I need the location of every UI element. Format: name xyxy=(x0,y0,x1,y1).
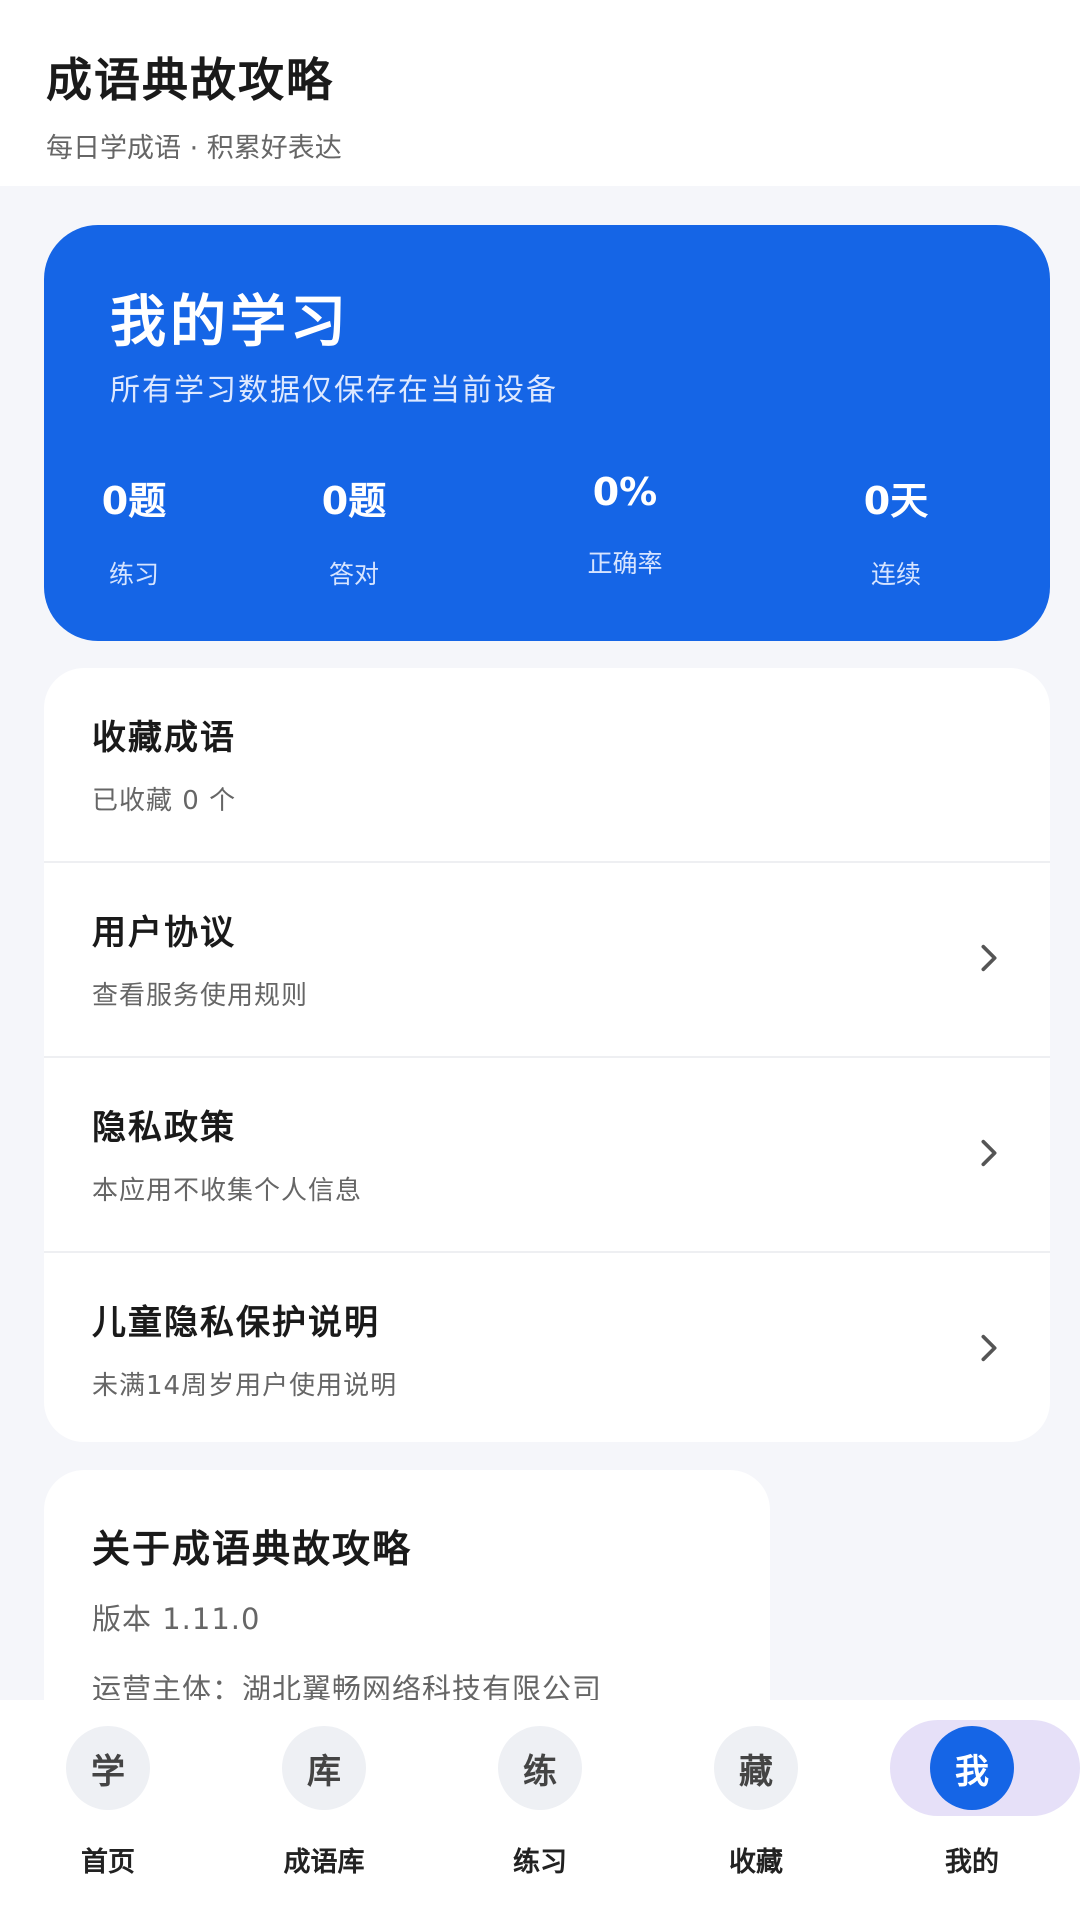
tab-idiom-library[interactable]: 库 成语库 xyxy=(216,1700,432,1920)
app-subtitle: 每日学成语 · 积累好表达 xyxy=(46,133,342,164)
profile-icon: 我 xyxy=(930,1726,1014,1810)
tab-home[interactable]: 学 首页 xyxy=(0,1700,216,1920)
menu-item-title: 收藏成语 xyxy=(92,718,236,758)
stat-value: 0题 xyxy=(101,479,167,523)
stat-label: 正确率 xyxy=(587,549,663,578)
favorites-icon: 藏 xyxy=(714,1726,798,1810)
settings-menu: 收藏成语 已收藏 0 个 用户协议 查看服务使用规则 隐私政策 本应用不收集个人… xyxy=(44,668,1050,1442)
tab-practice[interactable]: 练 练习 xyxy=(432,1700,648,1920)
practice-icon: 练 xyxy=(498,1726,582,1810)
tab-label: 首页 xyxy=(81,1847,135,1878)
app-title: 成语典故攻略 xyxy=(46,53,334,107)
menu-item-title: 隐私政策 xyxy=(92,1108,236,1148)
learning-stats-card: 我的学习 所有学习数据仅保存在当前设备 0题 练习 0题 答对 0% 正确率 0… xyxy=(44,225,1050,641)
home-study-icon: 学 xyxy=(66,1726,150,1810)
stats-note: 所有学习数据仅保存在当前设备 xyxy=(110,373,558,408)
menu-item-subtitle: 查看服务使用规则 xyxy=(92,981,309,1011)
menu-item-child-privacy[interactable]: 儿童隐私保护说明 未满14周岁用户使用说明 xyxy=(44,1253,1050,1442)
stat-label: 练习 xyxy=(108,560,159,589)
tab-mine[interactable]: 我 我的 xyxy=(864,1700,1080,1920)
chevron-right-icon xyxy=(981,1139,997,1167)
stat-label: 答对 xyxy=(328,560,379,589)
menu-item-privacy-policy[interactable]: 隐私政策 本应用不收集个人信息 xyxy=(44,1058,1050,1251)
tab-favorites[interactable]: 藏 收藏 xyxy=(648,1700,864,1920)
tab-label: 我的 xyxy=(945,1847,999,1878)
about-title: 关于成语典故攻略 xyxy=(92,1527,413,1571)
stat-value: 0天 xyxy=(863,479,929,523)
menu-item-subtitle: 未满14周岁用户使用说明 xyxy=(92,1371,398,1401)
menu-item-favorites[interactable]: 收藏成语 已收藏 0 个 xyxy=(44,668,1050,861)
stat-practice: 0题 练习 xyxy=(44,470,224,591)
stat-label: 连续 xyxy=(870,560,921,589)
stats-title: 我的学习 xyxy=(110,290,350,355)
menu-item-title: 用户协议 xyxy=(92,913,236,953)
stat-accuracy: 0% 正确率 xyxy=(535,470,715,580)
menu-item-subtitle: 已收藏 0 个 xyxy=(92,786,237,816)
stat-correct: 0题 答对 xyxy=(264,470,444,591)
chevron-right-icon xyxy=(981,944,997,972)
stat-value: 0题 xyxy=(321,479,387,523)
menu-item-subtitle: 本应用不收集个人信息 xyxy=(92,1176,363,1206)
chevron-right-icon xyxy=(981,1334,997,1362)
app-header: 成语典故攻略 每日学成语 · 积累好表达 xyxy=(0,0,1080,186)
stat-value: 0% xyxy=(592,470,658,514)
stat-streak: 0天 连续 xyxy=(806,470,986,591)
bottom-tab-bar: 学 首页 库 成语库 练 练习 藏 收藏 我 我的 xyxy=(0,1700,1080,1920)
about-version: 版本 1.11.0 xyxy=(92,1602,261,1636)
library-icon: 库 xyxy=(282,1726,366,1810)
menu-item-title: 儿童隐私保护说明 xyxy=(92,1303,380,1343)
tab-label: 收藏 xyxy=(729,1847,783,1878)
menu-item-user-agreement[interactable]: 用户协议 查看服务使用规则 xyxy=(44,863,1050,1056)
tab-label: 练习 xyxy=(513,1847,567,1878)
tab-label: 成语库 xyxy=(283,1847,365,1878)
